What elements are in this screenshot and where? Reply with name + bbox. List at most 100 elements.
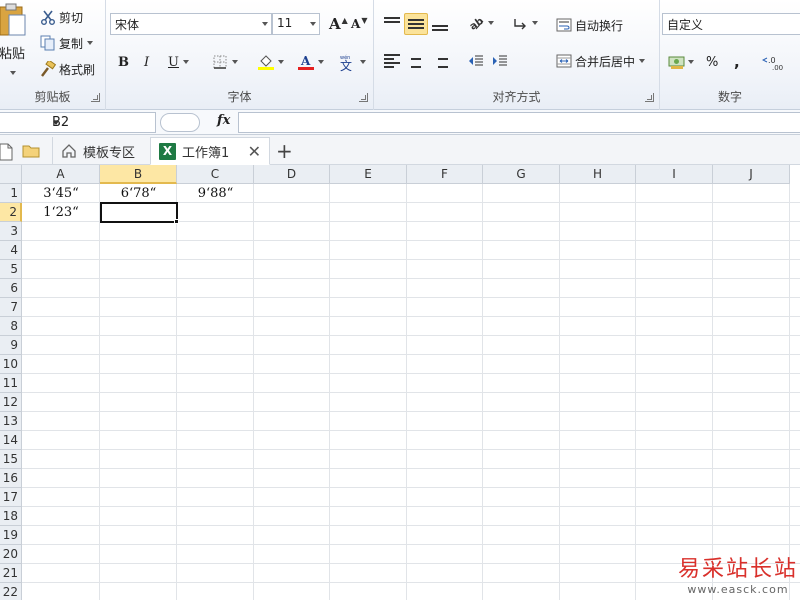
decrease-indent-button[interactable] (464, 50, 488, 72)
align-left-icon (384, 54, 400, 68)
row-gridline (22, 259, 800, 260)
align-top-button[interactable] (380, 12, 404, 34)
row-header-16[interactable]: 16 (0, 469, 22, 488)
accounting-format-button[interactable] (664, 51, 698, 73)
row-header-1[interactable]: 1 (0, 184, 22, 203)
fill-color-button[interactable] (254, 51, 288, 73)
row-header-21[interactable]: 21 (0, 564, 22, 583)
paste-button[interactable]: 粘贴 (0, 2, 28, 78)
text-orientation-icon: ab (468, 15, 486, 33)
number-format-value: 自定义 (667, 18, 704, 32)
increase-decimal-button[interactable]: .0.000 (758, 51, 790, 73)
phonetic-button[interactable]: wén 文 (334, 51, 370, 73)
select-all-corner[interactable] (0, 165, 22, 184)
fill-handle[interactable] (174, 219, 179, 224)
row-header-15[interactable]: 15 (0, 450, 22, 469)
column-header-d[interactable]: D (254, 165, 330, 184)
alignment-dialog-launcher-icon[interactable] (645, 93, 654, 102)
percent-style-button[interactable]: % (702, 51, 722, 73)
row-header-4[interactable]: 4 (0, 241, 22, 260)
font-name-dropdown[interactable] (257, 14, 271, 34)
align-middle-button[interactable] (404, 13, 428, 35)
align-left-button[interactable] (380, 50, 404, 72)
column-header-f[interactable]: F (407, 165, 483, 184)
row-header-10[interactable]: 10 (0, 355, 22, 374)
name-box-dropdown-icon[interactable] (53, 121, 59, 125)
orientation-button[interactable]: ab (464, 12, 498, 34)
row-header-12[interactable]: 12 (0, 393, 22, 412)
add-tab-button[interactable]: + (270, 137, 299, 165)
cell-b1[interactable]: 6‘78“ (100, 184, 177, 203)
row-header-22[interactable]: 22 (0, 583, 22, 600)
row-header-3[interactable]: 3 (0, 222, 22, 241)
number-format-combo[interactable]: 自定义 (662, 13, 800, 35)
row-gridline (22, 373, 800, 374)
column-header-a[interactable]: A (22, 165, 100, 184)
formula-input[interactable] (238, 112, 800, 133)
copy-button[interactable]: 复制 (36, 32, 97, 54)
row-header-5[interactable]: 5 (0, 260, 22, 279)
font-size-dropdown[interactable] (305, 14, 319, 34)
column-header-c[interactable]: C (177, 165, 254, 184)
row-header-9[interactable]: 9 (0, 336, 22, 355)
alignment-group: ab 自动换行 合并后居中 对齐方式 (374, 0, 660, 110)
column-header-g[interactable]: G (483, 165, 560, 184)
wrap-text-button[interactable]: 自动换行 (552, 14, 627, 36)
open-folder-button[interactable] (18, 137, 42, 165)
excel-file-icon: X (159, 142, 176, 160)
clipboard-dialog-launcher-icon[interactable] (91, 93, 100, 102)
row-header-2[interactable]: 2 (0, 203, 22, 222)
row-header-14[interactable]: 14 (0, 431, 22, 450)
underline-button[interactable]: U (164, 51, 193, 73)
align-center-button[interactable] (404, 50, 428, 72)
row-header-13[interactable]: 13 (0, 412, 22, 431)
tab-template-zone[interactable]: 模板专区 (52, 137, 143, 165)
name-box[interactable]: B2 (0, 112, 156, 133)
cell-a1[interactable]: 3‘45“ (22, 184, 100, 203)
cell-c1[interactable]: 9‘88“ (177, 184, 254, 203)
row-gridline (22, 525, 800, 526)
insert-function-icon[interactable]: fx (217, 113, 230, 128)
font-name-combo[interactable]: 宋体 (110, 13, 272, 35)
merge-center-button[interactable]: 合并后居中 (552, 50, 649, 72)
cut-button[interactable]: 剪切 (36, 6, 87, 28)
spreadsheet-grid[interactable]: A B C D E F G H I J 1 2 3 4 5 6 7 8 9 10 11 12 13 14 15 16 17 18 19 2… (0, 165, 800, 600)
active-cell-b2[interactable] (100, 202, 178, 223)
comma-style-button[interactable]: , (730, 51, 744, 73)
row-header-8[interactable]: 8 (0, 317, 22, 336)
column-header-e[interactable]: E (330, 165, 407, 184)
row-header-18[interactable]: 18 (0, 507, 22, 526)
row-header-7[interactable]: 7 (0, 298, 22, 317)
align-right-button[interactable] (428, 50, 452, 72)
font-color-button[interactable]: A (294, 51, 328, 73)
font-dialog-launcher-icon[interactable] (359, 93, 368, 102)
borders-button[interactable] (208, 51, 242, 73)
copy-dropdown-arrow (87, 41, 94, 45)
increase-decimal-icon: .0.000 (761, 54, 786, 72)
increase-indent-button[interactable] (488, 50, 512, 72)
row-header-20[interactable]: 20 (0, 545, 22, 564)
row-header-19[interactable]: 19 (0, 526, 22, 545)
new-document-button[interactable] (0, 137, 18, 165)
formula-bar-divider[interactable] (160, 113, 200, 132)
align-bottom-button[interactable] (428, 14, 452, 36)
row-header-11[interactable]: 11 (0, 374, 22, 393)
font-size-combo[interactable]: 11 (272, 13, 320, 35)
column-header-j[interactable]: J (713, 165, 790, 184)
column-header-i[interactable]: I (636, 165, 713, 184)
shrink-font-button[interactable]: A ▼ (348, 13, 370, 35)
close-tab-icon[interactable]: ✕ (248, 142, 261, 161)
tab-workbook1[interactable]: X 工作簿1 ✕ (150, 137, 270, 165)
indent-direction-button[interactable] (508, 12, 542, 34)
column-header-h[interactable]: H (560, 165, 636, 184)
phonetic-dropdown-arrow (360, 60, 366, 64)
format-painter-button[interactable]: 格式刷 (36, 58, 99, 80)
row-gridline (22, 335, 800, 336)
row-header-17[interactable]: 17 (0, 488, 22, 507)
grow-arrow-icon: ▲ (341, 15, 348, 25)
column-header-b[interactable]: B (100, 165, 177, 184)
row-header-6[interactable]: 6 (0, 279, 22, 298)
bold-button[interactable]: B (114, 51, 133, 73)
italic-button[interactable]: I (140, 51, 153, 73)
cell-a2[interactable]: 1‘23“ (22, 203, 100, 222)
